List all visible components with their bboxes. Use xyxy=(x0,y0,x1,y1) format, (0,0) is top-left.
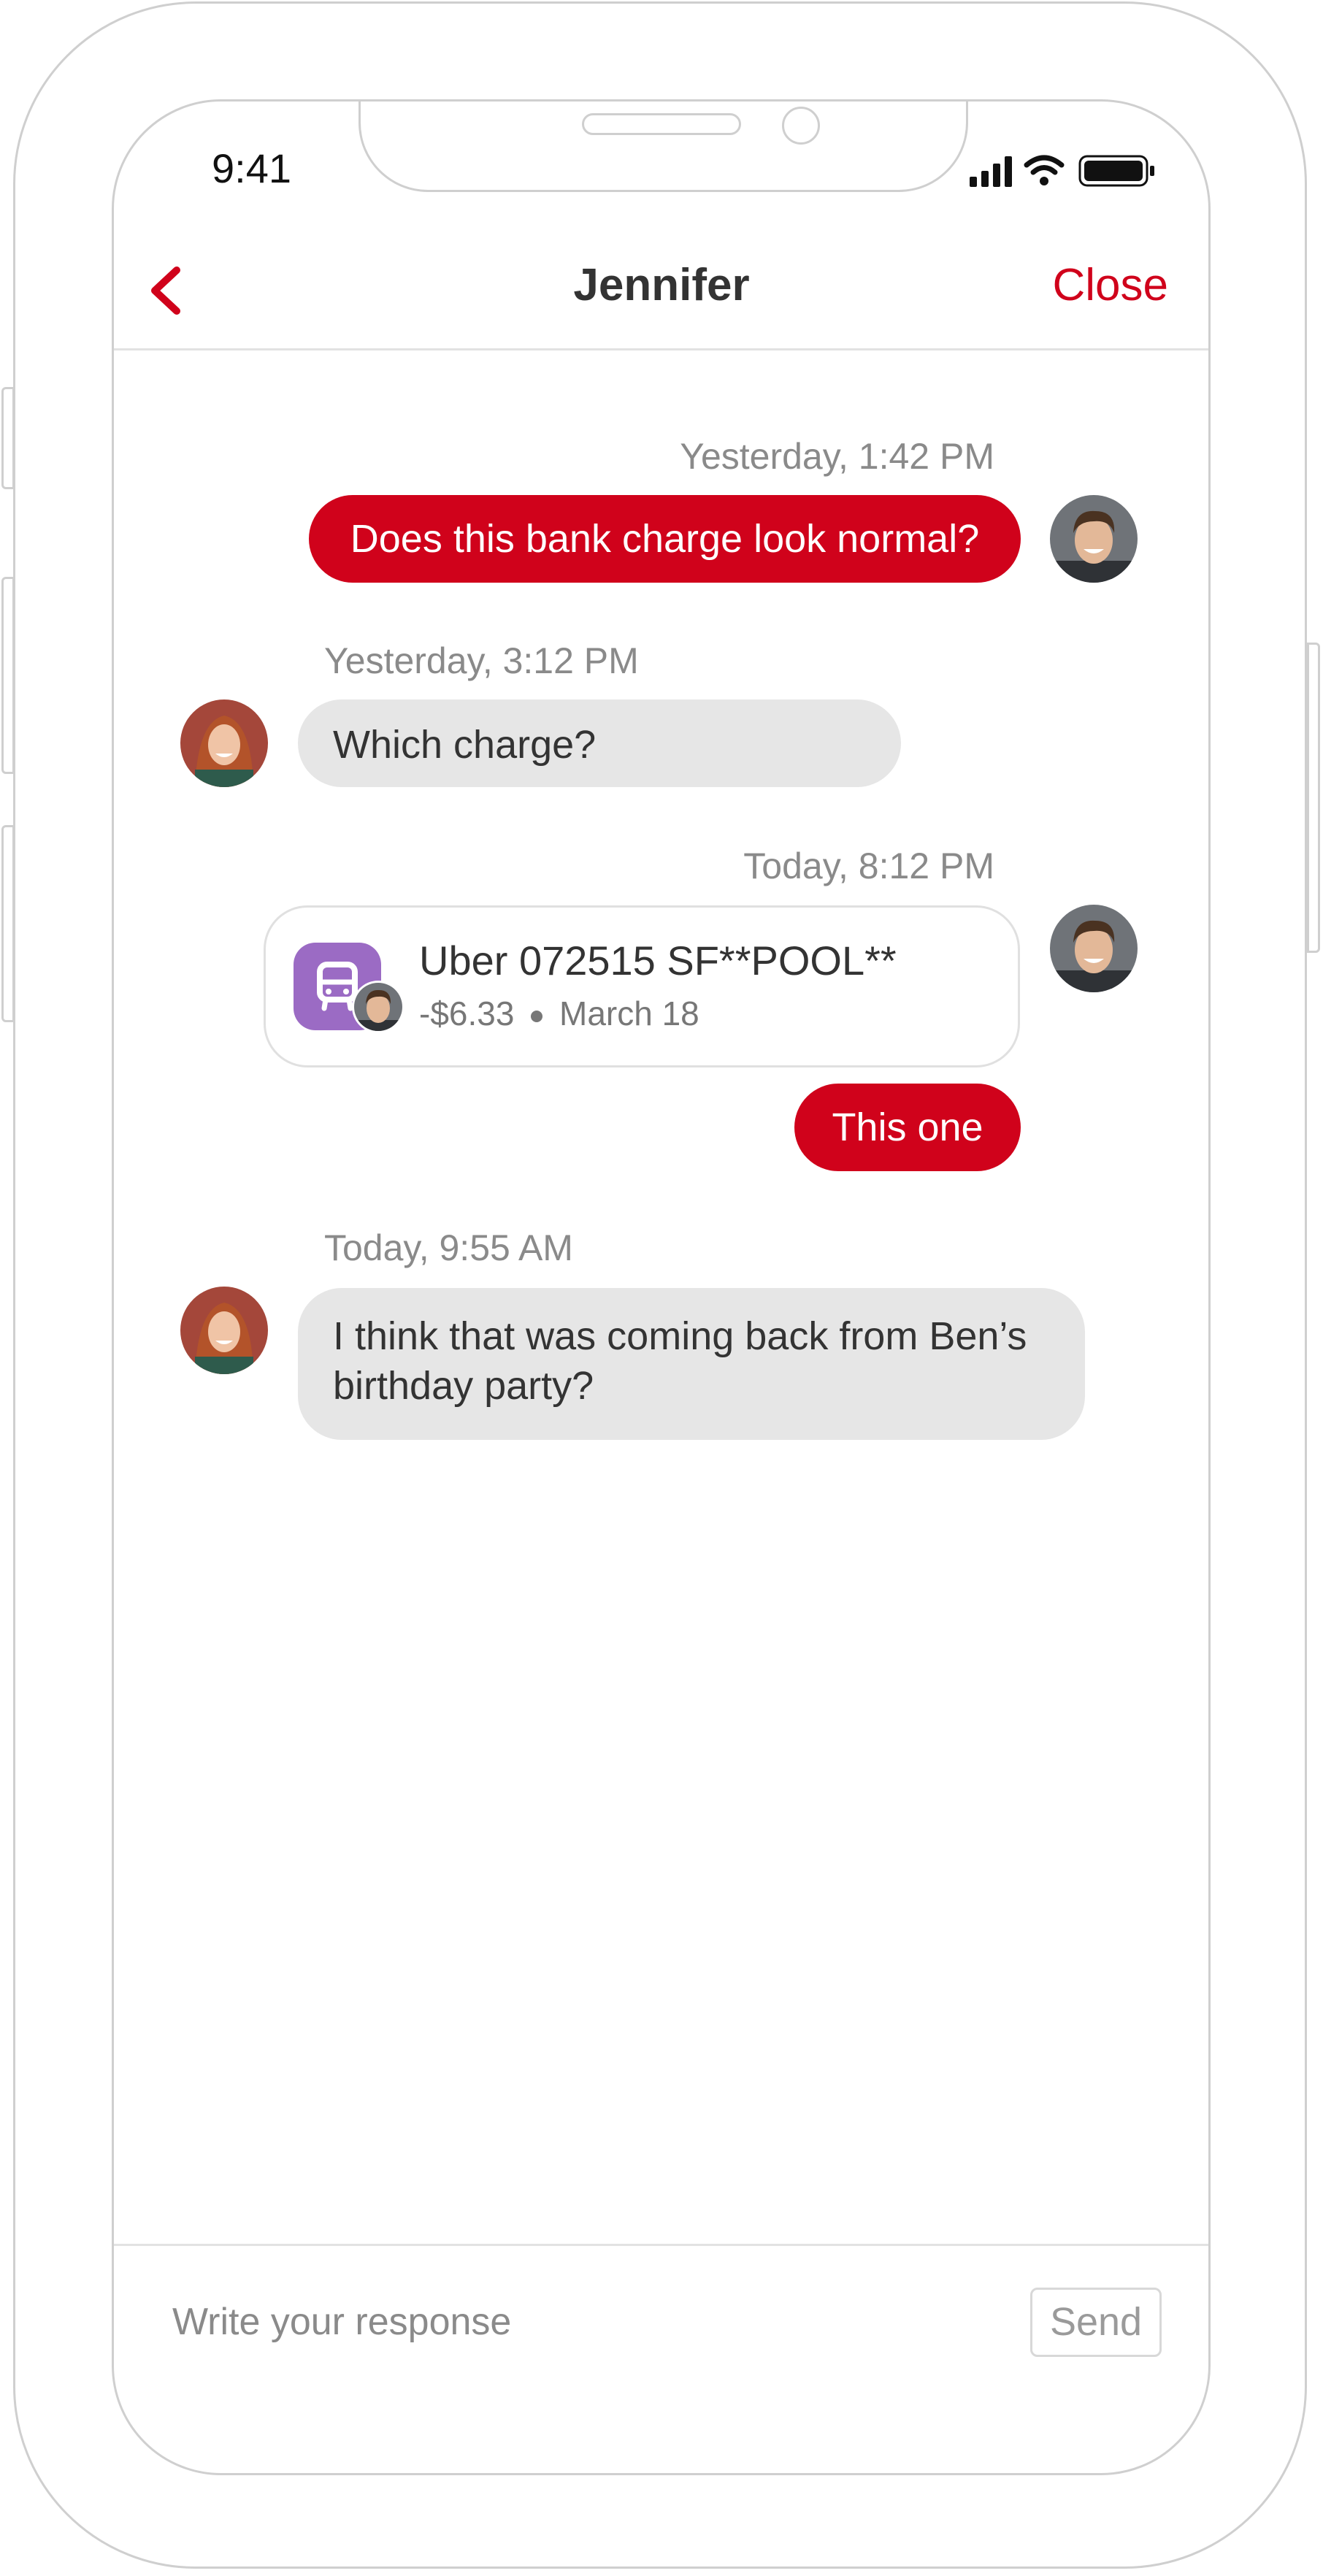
transaction-date: March 18 xyxy=(559,994,699,1032)
outgoing-message-bubble: Does this bank charge look normal? xyxy=(309,495,1021,583)
response-input[interactable] xyxy=(172,2293,1005,2351)
user-avatar xyxy=(1050,495,1138,583)
message-timestamp: Today, 8:12 PM xyxy=(743,846,994,886)
battery-icon xyxy=(1078,155,1154,187)
volume-down-button xyxy=(1,825,15,1022)
incoming-message-bubble: Which charge? xyxy=(298,699,901,787)
power-button xyxy=(1307,643,1320,953)
message-timestamp: Today, 9:55 AM xyxy=(324,1227,573,1268)
wifi-dot xyxy=(1040,177,1048,185)
status-time: 9:41 xyxy=(212,145,291,191)
transaction-owner-avatar xyxy=(352,981,404,1033)
contact-avatar xyxy=(180,699,268,787)
close-button[interactable]: Close xyxy=(1037,259,1168,311)
contact-avatar xyxy=(180,1287,268,1374)
conversation-title: Jennifer xyxy=(573,260,750,310)
message-timestamp: Yesterday, 1:42 PM xyxy=(680,436,994,477)
page: 9:41 Jennifer Close Yesterday, 1:42 PM D… xyxy=(0,0,1323,2576)
shared-transaction-card[interactable]: Uber 072515 SF**POOL** -$6.33 March 18 xyxy=(264,905,1020,1067)
speaker xyxy=(582,113,741,135)
message-line: birthday party? xyxy=(333,1364,594,1408)
front-camera xyxy=(782,107,820,145)
screen xyxy=(112,99,1211,2475)
message-line: I think that was coming back from Ben’s xyxy=(333,1314,1027,1358)
chevron-left-icon[interactable] xyxy=(143,264,187,315)
user-avatar xyxy=(1050,905,1138,992)
message-timestamp: Yesterday, 3:12 PM xyxy=(324,640,639,681)
send-button[interactable]: Send xyxy=(1030,2288,1162,2357)
incoming-message-bubble: I think that was coming back from Ben’s … xyxy=(298,1288,1085,1440)
mute-switch xyxy=(1,387,15,489)
signal-icon xyxy=(970,156,1012,187)
separator-dot xyxy=(531,1010,543,1022)
transaction-details: -$6.33 March 18 xyxy=(419,994,699,1033)
status-icons xyxy=(970,155,1154,187)
wifi-icon xyxy=(1024,155,1065,175)
volume-up-button xyxy=(1,577,15,774)
transaction-amount: -$6.33 xyxy=(419,994,515,1032)
outgoing-message-bubble: This one xyxy=(794,1084,1021,1171)
transaction-merchant: Uber 072515 SF**POOL** xyxy=(419,938,897,984)
header-divider xyxy=(114,348,1208,350)
composer-divider xyxy=(114,2244,1208,2246)
